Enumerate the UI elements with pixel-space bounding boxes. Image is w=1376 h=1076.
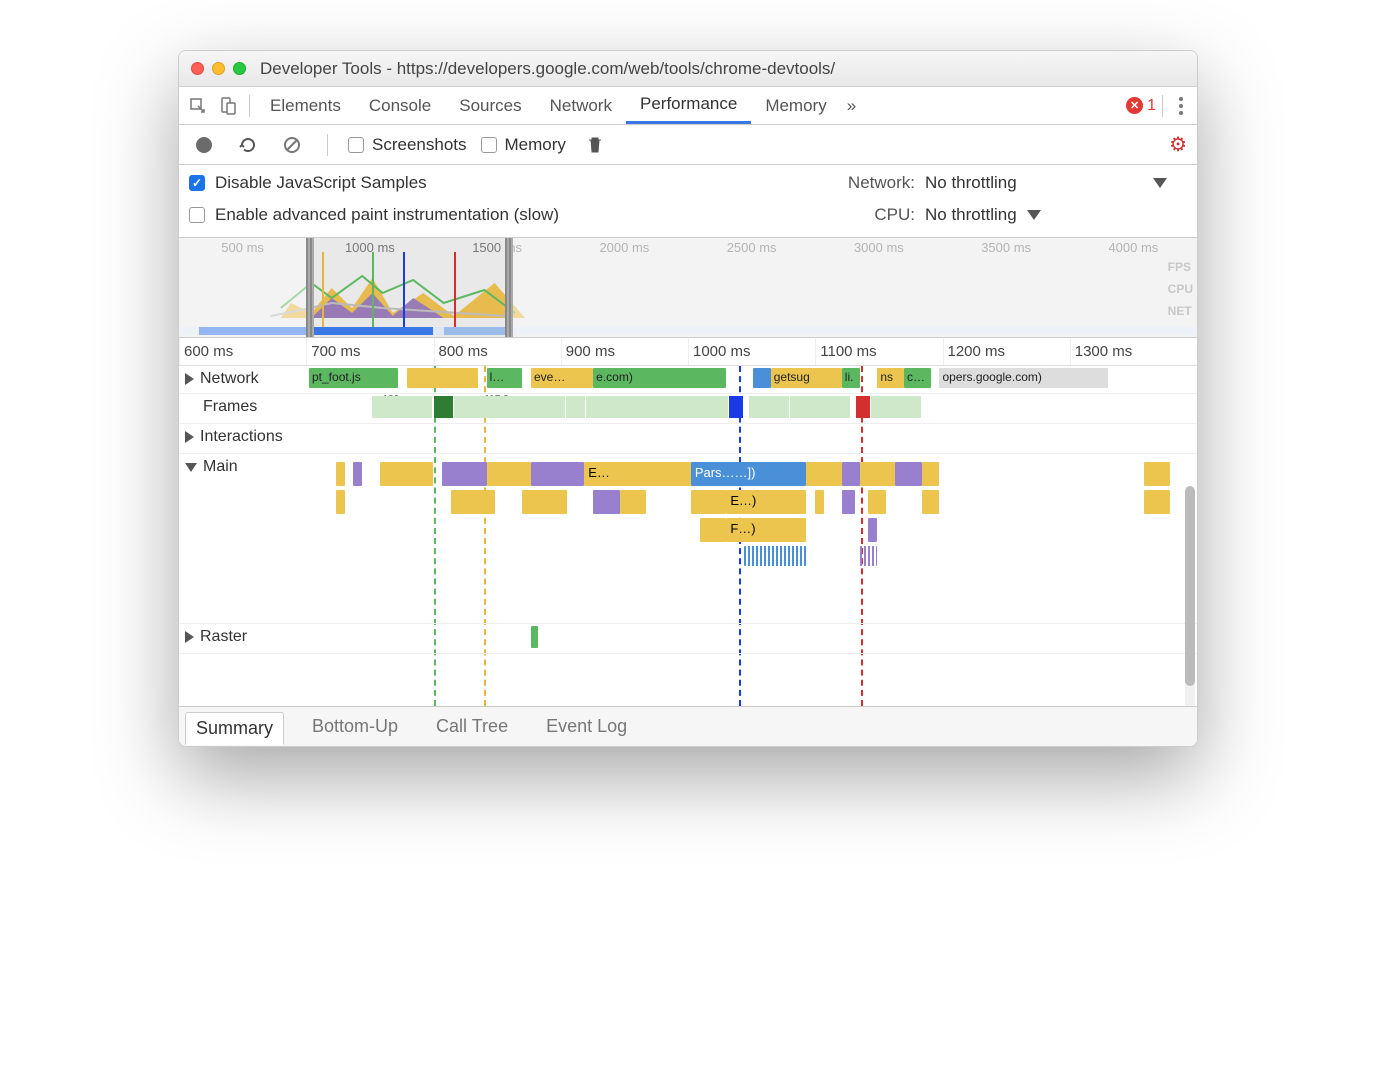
tab-event-log[interactable]: Event Log bbox=[536, 711, 637, 742]
tab-elements[interactable]: Elements bbox=[256, 87, 355, 124]
disable-js-checkbox[interactable]: Disable JavaScript Samples bbox=[189, 173, 827, 193]
raster-track[interactable]: Raster bbox=[179, 624, 1197, 654]
tabs-overflow[interactable]: » bbox=[841, 87, 862, 124]
inspect-icon[interactable] bbox=[183, 91, 213, 121]
network-value: No throttling bbox=[925, 173, 1017, 193]
clear-button[interactable] bbox=[277, 130, 307, 160]
error-icon: ✕ bbox=[1126, 97, 1143, 114]
paint-checkbox[interactable]: Enable advanced paint instrumentation (s… bbox=[189, 205, 827, 225]
settings-gear-icon[interactable]: ⚙ bbox=[1169, 132, 1187, 157]
interactions-track-label: Interactions bbox=[200, 428, 283, 446]
network-track-label: Network bbox=[200, 370, 259, 388]
detail-ruler: 600 ms700 ms800 ms900 ms1000 ms1100 ms12… bbox=[179, 338, 1197, 366]
vertical-scrollbar[interactable] bbox=[1185, 486, 1195, 706]
devtools-window: Developer Tools - https://developers.goo… bbox=[178, 50, 1198, 747]
frames-track-body[interactable]: 656.5 ms 109. ms 117.0 ms bbox=[179, 394, 1197, 420]
separator bbox=[249, 95, 250, 117]
task-function[interactable]: F…) bbox=[726, 518, 806, 542]
capture-settings: Disable JavaScript Samples Network: No th… bbox=[179, 165, 1197, 238]
tab-bottom-up[interactable]: Bottom-Up bbox=[302, 711, 408, 742]
paint-label: Enable advanced paint instrumentation (s… bbox=[215, 205, 559, 225]
network-request[interactable]: ns bbox=[877, 368, 904, 388]
perf-toolbar: Screenshots Memory ⚙ bbox=[179, 125, 1197, 165]
main-track-body[interactable]: E… Pars……]) E…) bbox=[309, 454, 1197, 623]
tab-summary[interactable]: Summary bbox=[185, 712, 284, 745]
range-handle-right[interactable] bbox=[505, 238, 513, 337]
record-button[interactable] bbox=[189, 130, 219, 160]
frames-track[interactable]: Frames 656.5 ms 109. ms 117.0 ms bbox=[179, 394, 1197, 424]
error-badge[interactable]: ✕ 1 bbox=[1126, 97, 1156, 115]
network-request[interactable]: getsug bbox=[771, 368, 842, 388]
main-track[interactable]: Main E… Pars……]) bbox=[179, 454, 1197, 624]
collapse-icon[interactable] bbox=[185, 463, 197, 472]
raster-track-body[interactable] bbox=[309, 624, 1197, 653]
expand-icon[interactable] bbox=[185, 431, 194, 443]
range-handle-left[interactable] bbox=[306, 238, 314, 337]
network-request[interactable]: l… bbox=[487, 368, 523, 388]
network-request[interactable]: c… bbox=[904, 368, 931, 388]
network-request[interactable] bbox=[753, 368, 771, 388]
maximize-icon[interactable] bbox=[233, 62, 246, 75]
range-mask bbox=[513, 238, 1197, 337]
expand-icon[interactable] bbox=[185, 631, 194, 643]
tab-performance[interactable]: Performance bbox=[626, 87, 751, 124]
trash-icon[interactable] bbox=[580, 130, 610, 160]
task-evaluate2[interactable]: E…) bbox=[726, 490, 806, 514]
task-evaluate[interactable]: E… bbox=[584, 462, 691, 486]
traffic-lights bbox=[191, 62, 246, 75]
titlebar: Developer Tools - https://developers.goo… bbox=[179, 51, 1197, 87]
close-icon[interactable] bbox=[191, 62, 204, 75]
error-count: 1 bbox=[1147, 97, 1156, 115]
raster-track-label: Raster bbox=[200, 628, 247, 646]
network-request[interactable]: pt_foot.js bbox=[309, 368, 398, 388]
network-label: Network: bbox=[827, 173, 915, 193]
frames-track-label: Frames bbox=[203, 398, 257, 416]
network-request[interactable] bbox=[407, 368, 478, 388]
device-icon[interactable] bbox=[213, 91, 243, 121]
overview-marker bbox=[372, 252, 374, 327]
network-throttle[interactable]: Network: No throttling bbox=[827, 173, 1187, 193]
overview-marker bbox=[454, 252, 456, 327]
flame-chart[interactable]: Network pt_foot.js l… eve…e.com) getsugli. n… bbox=[179, 366, 1197, 706]
overview-marker bbox=[403, 252, 405, 327]
screenshots-checkbox[interactable]: Screenshots bbox=[348, 135, 467, 155]
main-track-label: Main bbox=[203, 458, 238, 476]
tab-network[interactable]: Network bbox=[536, 87, 626, 124]
details-tabs: Summary Bottom-Up Call Tree Event Log bbox=[179, 706, 1197, 746]
interactions-track[interactable]: Interactions bbox=[179, 424, 1197, 454]
reload-button[interactable] bbox=[233, 130, 263, 160]
tab-memory[interactable]: Memory bbox=[751, 87, 840, 124]
network-track-body[interactable]: pt_foot.js l… eve…e.com) getsugli. nsc… opers… bbox=[309, 366, 1197, 393]
disable-js-label: Disable JavaScript Samples bbox=[215, 173, 427, 193]
overview-marker bbox=[322, 252, 324, 327]
memory-label: Memory bbox=[505, 135, 566, 155]
minimize-icon[interactable] bbox=[212, 62, 225, 75]
tab-sources[interactable]: Sources bbox=[445, 87, 535, 124]
cpu-value: No throttling bbox=[925, 205, 1017, 225]
network-request[interactable]: e.com) bbox=[593, 368, 726, 388]
network-request[interactable]: opers.google.com) bbox=[939, 368, 1108, 388]
separator bbox=[327, 134, 328, 156]
chevron-down-icon bbox=[1027, 210, 1041, 220]
memory-checkbox[interactable]: Memory bbox=[481, 135, 566, 155]
separator bbox=[1162, 95, 1163, 117]
main-tabs: Elements Console Sources Network Perform… bbox=[179, 87, 1197, 125]
network-track[interactable]: Network pt_foot.js l… eve…e.com) getsugli. n… bbox=[179, 366, 1197, 394]
expand-icon[interactable] bbox=[185, 373, 194, 385]
cpu-label: CPU: bbox=[827, 205, 915, 225]
task-parse[interactable]: Pars……]) bbox=[691, 462, 806, 486]
tab-console[interactable]: Console bbox=[355, 87, 445, 124]
window-title: Developer Tools - https://developers.goo… bbox=[260, 59, 835, 79]
more-menu-icon[interactable] bbox=[1169, 97, 1193, 115]
network-request[interactable]: li. bbox=[842, 368, 860, 388]
overview-timeline[interactable]: 500 ms1000 ms1500 ms2000 ms2500 ms3000 m… bbox=[179, 238, 1197, 338]
interactions-track-body[interactable] bbox=[309, 424, 1197, 453]
network-request[interactable]: eve… bbox=[531, 368, 593, 388]
scrollbar-thumb[interactable] bbox=[1185, 486, 1195, 686]
screenshots-label: Screenshots bbox=[372, 135, 467, 155]
tab-call-tree[interactable]: Call Tree bbox=[426, 711, 518, 742]
cpu-throttle[interactable]: CPU: No throttling bbox=[827, 205, 1187, 225]
chevron-down-icon bbox=[1153, 178, 1167, 188]
range-mask bbox=[179, 238, 306, 337]
